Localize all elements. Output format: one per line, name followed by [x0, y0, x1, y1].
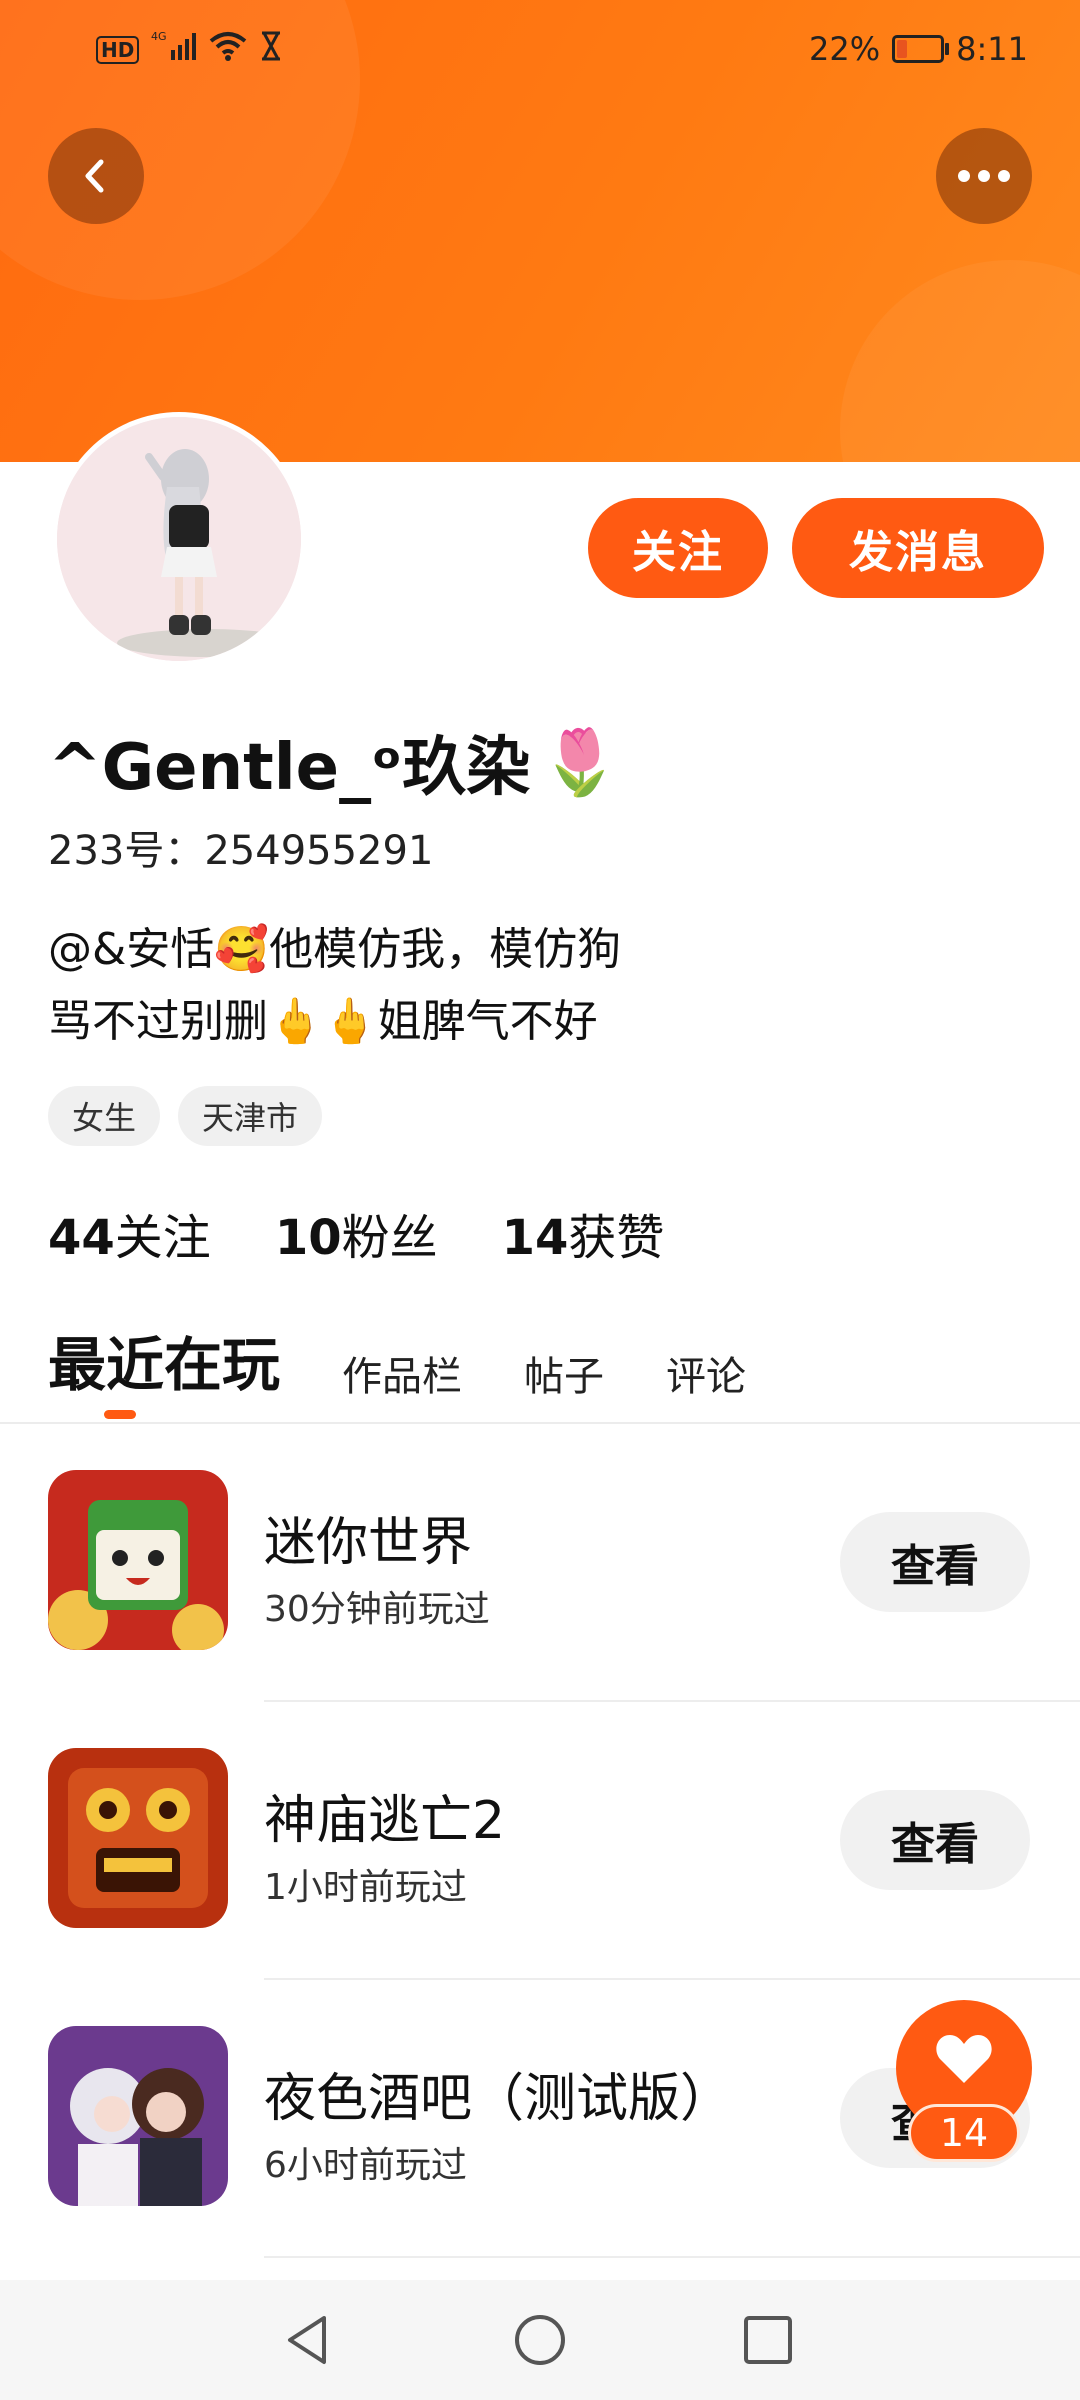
mini-world-icon	[48, 1470, 228, 1650]
bio-line: 骂不过别删🖕🖕姐脾气不好	[48, 996, 598, 1047]
game-name: 神庙逃亡2	[264, 1791, 506, 1851]
bio-line: @&安恬🥰他模仿我，模仿狗	[48, 924, 622, 975]
stat-value: 10	[274, 1210, 342, 1266]
game-last-played: 6小时前玩过	[264, 2145, 467, 2186]
more-dots-icon	[958, 170, 1010, 182]
stat-following[interactable]: 44关注	[48, 1198, 211, 1268]
follow-button[interactable]: 关注	[588, 498, 768, 598]
back-button[interactable]	[48, 128, 144, 224]
tab-active-indicator	[104, 1410, 136, 1419]
battery-percent: 22%	[809, 30, 881, 68]
username-text: ^Gentle_ᵒ玖染	[48, 731, 531, 805]
tag-location: 天津市	[178, 1086, 323, 1146]
tag-gender: 女生	[48, 1086, 161, 1146]
battery-icon	[892, 35, 950, 63]
send-message-button[interactable]: 发消息	[792, 498, 1044, 598]
banner-decoration	[840, 260, 1080, 462]
view-button[interactable]: 查看	[840, 1512, 1030, 1612]
tab-posts[interactable]: 帖子	[524, 1344, 604, 1402]
view-button[interactable]: 查看	[840, 1790, 1030, 1890]
user-id-label: 233号：	[48, 828, 205, 874]
profile-tabs: 最近在玩 作品栏 帖子 评论	[48, 1318, 746, 1402]
recent-square-icon	[744, 2316, 792, 2364]
tulip-emoji: 🌷	[540, 725, 620, 800]
stat-value: 44	[48, 1210, 115, 1266]
stat-value: 14	[501, 1210, 569, 1266]
heart-icon	[936, 2035, 992, 2083]
hd-icon: HD	[96, 36, 140, 64]
tab-comments[interactable]: 评论	[666, 1344, 746, 1402]
stat-label: 关注	[114, 1210, 211, 1266]
chevron-left-icon	[85, 159, 104, 193]
signal-icon: 4G	[151, 30, 197, 70]
tab-works[interactable]: 作品栏	[342, 1344, 462, 1402]
game-name: 迷你世界	[264, 1513, 473, 1573]
profile-tags: 女生 天津市	[48, 1086, 323, 1146]
username: ^Gentle_ᵒ玖染 🌷	[48, 716, 620, 808]
profile-stats: 44关注 10粉丝 14获赞	[48, 1198, 664, 1268]
game-last-played: 30分钟前玩过	[264, 1589, 490, 1630]
game-last-played: 1小时前玩过	[264, 1867, 467, 1908]
stat-likes[interactable]: 14获赞	[502, 1198, 665, 1268]
status-bar: HD 4G 22% 8:11	[0, 0, 1080, 106]
stat-followers[interactable]: 10粉丝	[275, 1198, 438, 1268]
temple-run-2-icon	[48, 1748, 228, 1928]
bio: @&安恬🥰他模仿我，模仿狗 骂不过别删🖕🖕姐脾气不好	[48, 914, 1028, 1058]
avatar[interactable]	[52, 412, 306, 666]
tab-recently-played[interactable]: 最近在玩	[48, 1318, 280, 1402]
more-button[interactable]	[936, 128, 1032, 224]
system-nav-bar	[0, 2280, 1080, 2400]
like-count-badge: 14	[908, 2104, 1020, 2162]
wifi-icon	[209, 31, 247, 69]
svg-text:4G: 4G	[151, 30, 167, 43]
clock: 8:11	[956, 30, 1028, 68]
user-id: 233号：254955291	[48, 818, 433, 876]
nav-back-button[interactable]	[272, 2304, 344, 2376]
nav-home-button[interactable]	[504, 2304, 576, 2376]
row-divider	[264, 2256, 1080, 2258]
list-item[interactable]: 迷你世界 30分钟前玩过 查看	[0, 1424, 1080, 1702]
night-bar-icon	[48, 2026, 228, 2206]
user-id-value: 254955291	[204, 828, 434, 874]
stat-label: 获赞	[568, 1210, 665, 1266]
list-item[interactable]: 神庙逃亡2 1小时前玩过 查看	[0, 1702, 1080, 1980]
game-name: 夜色酒吧（测试版）	[264, 2069, 733, 2129]
home-circle-icon	[515, 2315, 565, 2365]
hourglass-icon	[259, 31, 283, 69]
back-triangle-icon	[288, 2316, 326, 2364]
avatar-image	[57, 417, 301, 661]
stat-label: 粉丝	[341, 1210, 438, 1266]
nav-recents-button[interactable]	[732, 2304, 804, 2376]
